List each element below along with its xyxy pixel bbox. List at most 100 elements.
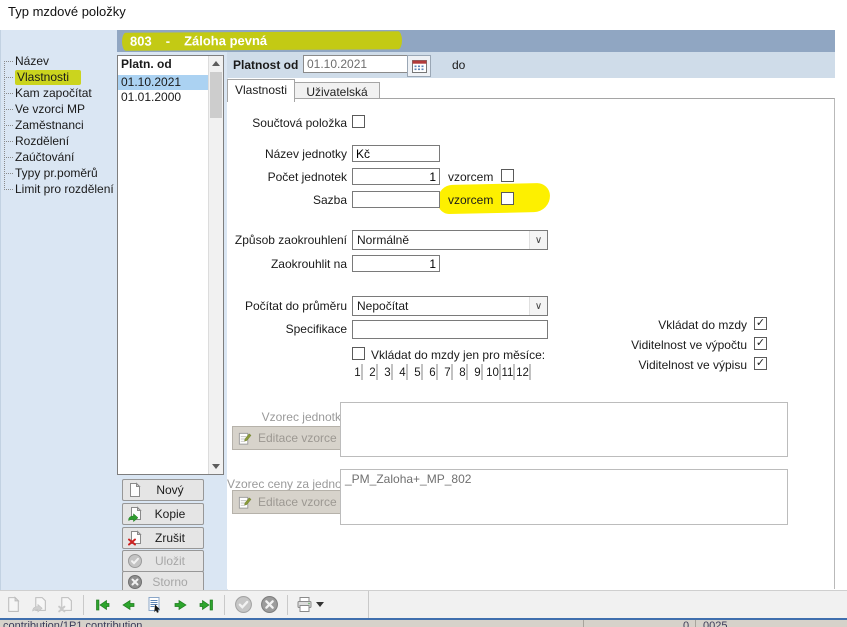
average-label: Počítat do průměru (227, 299, 347, 313)
unit-count-field[interactable] (352, 168, 440, 185)
unit-name-field[interactable] (352, 145, 440, 162)
new-button[interactable]: Nový (122, 479, 204, 501)
sum-item-label: Součtová položka (227, 116, 347, 130)
unit-formula-textarea[interactable] (340, 402, 788, 457)
nav-first-icon[interactable] (90, 594, 114, 616)
sidebar-item-kam-zapocitat[interactable]: Kam započítat (0, 85, 117, 101)
toolbar-panel (0, 591, 369, 618)
delete-button[interactable]: Zrušit (122, 527, 204, 549)
validity-scrollbar[interactable] (208, 56, 223, 474)
print-menu-caret-icon[interactable] (316, 602, 324, 607)
status-separator (583, 620, 584, 627)
toolbar-save-icon[interactable] (231, 594, 255, 616)
toolbar-separator (83, 595, 84, 615)
unit-count-by-formula-label: vzorcem (448, 170, 493, 184)
toolbar-delete-icon[interactable] (53, 594, 77, 616)
sidebar-item-nazev[interactable]: Název (0, 53, 117, 69)
price-formula-textarea[interactable]: _PM_Zaloha+_MP_802 (340, 469, 788, 525)
scrollbar-thumb[interactable] (210, 72, 222, 118)
platnost-od-field[interactable] (303, 55, 409, 73)
record-code: 803 (130, 34, 152, 49)
record-title-highlight: 803-Záloha pevná (122, 31, 402, 50)
sidebar-nav: Název Vlastnosti Kam započítat Ve vzorci… (0, 53, 117, 197)
sidebar-item-limit-rozdeleni[interactable]: Limit pro rozdělení (0, 181, 117, 197)
tab-vlastnosti[interactable]: Vlastnosti (227, 79, 295, 102)
cancel-x-icon (127, 574, 143, 590)
validity-period-row: Platnost od do (227, 52, 835, 78)
app-window: Typ mzdové položky 803-Záloha pevná Náze… (0, 0, 847, 627)
rate-by-formula-label: vzorcem (448, 193, 493, 207)
sidebar-item-ve-vzorci-mp[interactable]: Ve vzorci MP (0, 101, 117, 117)
month-checkbox[interactable] (436, 364, 438, 380)
toolbar-copy-icon[interactable] (27, 594, 51, 616)
month-checkbox[interactable] (529, 364, 531, 380)
visibility-listing-checkbox[interactable] (754, 357, 767, 370)
visibility-calculation-label: Viditelnost ve výpočtu (547, 338, 747, 352)
window-title: Typ mzdové položky (8, 4, 126, 19)
specification-label: Specifikace (227, 322, 347, 336)
status-left-text: contribution/1P1 contribution (3, 620, 142, 627)
rate-field[interactable] (352, 191, 440, 208)
platnost-od-label: Platnost od (233, 58, 298, 72)
toolbar-separator (224, 595, 225, 615)
sidebar-item-vlastnosti[interactable]: Vlastnosti (0, 69, 117, 85)
delete-page-icon (127, 530, 143, 546)
unit-count-label: Počet jednotek (227, 170, 347, 184)
printer-icon (295, 596, 314, 614)
visibility-calculation-checkbox[interactable] (754, 337, 767, 350)
month-checkbox[interactable] (376, 364, 378, 380)
scroll-down-icon[interactable] (209, 459, 223, 474)
copy-button[interactable]: Kopie (122, 503, 204, 525)
save-button[interactable]: Uložit (122, 550, 204, 572)
platnost-do-label: do (452, 58, 465, 72)
rate-by-formula-checkbox[interactable] (501, 192, 514, 205)
edit-price-formula-button[interactable]: Editace vzorce (232, 490, 347, 514)
sidebar-item-typy-pomeru[interactable]: Typy pr.poměrů (0, 165, 117, 181)
status-mid-text: 0 (683, 620, 689, 627)
specification-field[interactable] (352, 320, 548, 339)
unit-count-by-formula-checkbox[interactable] (501, 169, 514, 182)
toolbar-separator (287, 595, 288, 615)
month-checkbox[interactable] (481, 364, 483, 380)
print-button[interactable] (294, 594, 324, 616)
rounding-mode-dropdown[interactable]: Normálně (352, 230, 548, 250)
edit-formula-icon (237, 495, 252, 510)
chevron-down-icon[interactable] (529, 297, 547, 315)
month-checkbox[interactable] (466, 364, 468, 380)
new-page-icon (127, 482, 143, 498)
sum-item-checkbox[interactable] (352, 115, 365, 128)
month-checkbox[interactable] (451, 364, 453, 380)
record-name: Záloha pevná (184, 33, 267, 48)
sidebar-item-rozdeleni[interactable]: Rozdělení (0, 133, 117, 149)
sidebar-item-zauctovani[interactable]: Zaúčtování (0, 149, 117, 165)
browse-records-icon[interactable] (142, 594, 166, 616)
toolbar-cancel-icon[interactable] (257, 594, 281, 616)
toolbar-new-icon[interactable] (1, 594, 25, 616)
nav-next-icon[interactable] (168, 594, 192, 616)
save-check-icon (127, 553, 143, 569)
months-only-checkbox[interactable] (352, 347, 365, 360)
scroll-up-icon[interactable] (209, 56, 223, 71)
sidebar-item-zamestnanci[interactable]: Zaměstnanci (0, 117, 117, 133)
visibility-listing-label: Viditelnost ve výpisu (547, 358, 747, 372)
insert-to-wage-label: Vkládat do mzdy (547, 318, 747, 332)
status-right-text: 0025 (703, 620, 727, 627)
properties-tab-panel: Součtová položka Název jednotky Počet je… (227, 98, 835, 589)
month-checkbox[interactable] (406, 364, 408, 380)
nav-last-icon[interactable] (194, 594, 218, 616)
month-checkbox[interactable] (391, 364, 393, 380)
months-grid: 123456789101112 (351, 365, 531, 379)
chevron-down-icon[interactable] (529, 231, 547, 249)
validity-list: Platn. od 01.10.2021 01.01.2000 (117, 55, 224, 475)
record-dash: - (166, 33, 170, 48)
average-dropdown[interactable]: Nepočítat (352, 296, 548, 316)
price-formula-label: Vzorec ceny za jednotku (227, 477, 347, 491)
edit-unit-formula-button[interactable]: Editace vzorce (232, 426, 347, 450)
month-checkbox[interactable] (361, 364, 363, 380)
calendar-icon (412, 59, 427, 73)
insert-to-wage-checkbox[interactable] (754, 317, 767, 330)
nav-previous-icon[interactable] (116, 594, 140, 616)
calendar-button[interactable] (407, 55, 431, 77)
round-to-field[interactable] (352, 255, 440, 272)
month-checkbox[interactable] (421, 364, 423, 380)
